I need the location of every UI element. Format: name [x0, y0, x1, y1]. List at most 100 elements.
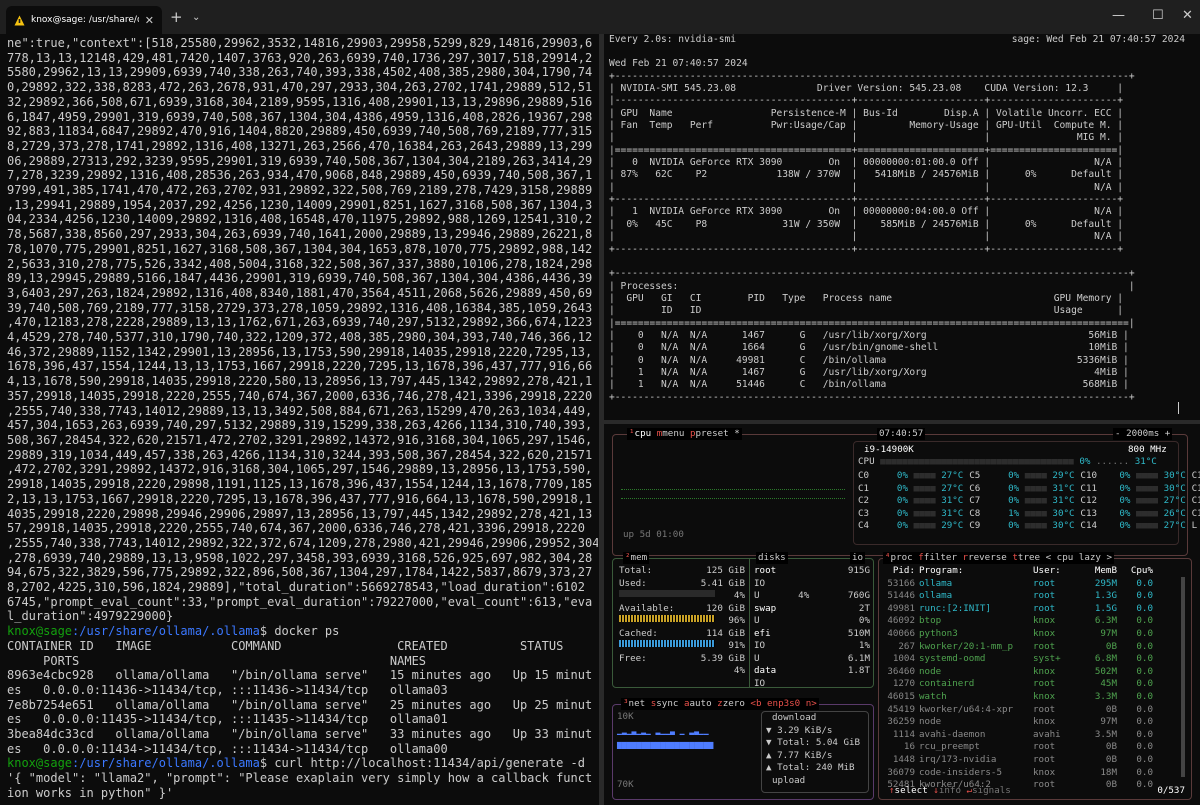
cpu-tab[interactable]: cpu: [635, 428, 652, 439]
proc-row[interactable]: 45419 kworker/u64:4-xpr root 0B 0.0: [881, 704, 1173, 717]
proc-title[interactable]: proc: [891, 552, 913, 563]
core-usage: 0%: [1119, 482, 1131, 494]
left-terminal-pane[interactable]: ne":true,"context":[518,25580,29962,3532…: [0, 34, 598, 805]
preset-tab[interactable]: preset *: [695, 428, 739, 439]
mem-total-label: Total:: [619, 565, 653, 576]
proc-reverse[interactable]: reverse: [968, 552, 1007, 563]
core-label: C3: [858, 507, 870, 519]
proc-row[interactable]: 49981 runc:[2:INIT] root 1.5G 0.0: [881, 603, 1173, 616]
proc-row[interactable]: 40066 python3 knox 97M 0.0: [881, 628, 1173, 641]
proc-cpu: 0.0: [1136, 753, 1153, 765]
proc-row[interactable]: 1270 containerd root 45M 0.0: [881, 678, 1173, 691]
proc-cpu: 0.0: [1136, 766, 1153, 778]
proc-tree[interactable]: tree: [1018, 552, 1040, 563]
proc-row[interactable]: 36259 node knox 97M 0.0: [881, 716, 1173, 729]
refresh-rate[interactable]: - 2000ms +: [1113, 428, 1173, 440]
proc-user: root: [1033, 577, 1056, 589]
nvidia-smi-pane[interactable]: Every 2.0s: nvidia-smi sage: Wed Feb 21 …: [606, 34, 1200, 420]
close-window-button[interactable]: ✕: [1182, 8, 1193, 23]
tab-close-icon[interactable]: ✕: [145, 14, 154, 27]
disk-root-pct: 4%: [798, 590, 810, 601]
proc-pid: 36079: [887, 766, 915, 778]
text-cursor: [1178, 402, 1179, 414]
proc-user: root: [1033, 753, 1056, 765]
proc-mem: 1.5G: [1094, 602, 1117, 614]
proc-row[interactable]: 53166 ollama root 295M 0.0: [881, 578, 1173, 591]
proc-program: python3: [919, 627, 958, 639]
proc-list[interactable]: 53166 ollama root 295M 0.0 51446 ollama root 1.3…: [881, 578, 1173, 792]
core-usage: 0%: [896, 507, 908, 519]
mem-used-pct: 4%: [733, 590, 745, 601]
proc-row[interactable]: 1114 avahi-daemon avahi 3.5M 0.0: [881, 729, 1173, 742]
net-down-rate: 3.29 KiB/s: [777, 724, 833, 736]
proc-pid: 1004: [892, 653, 915, 665]
col-user[interactable]: User:: [1033, 565, 1071, 578]
proc-row[interactable]: 46092 btop knox 6.3M 0.0: [881, 615, 1173, 628]
proc-cpu: 0.0: [1136, 590, 1153, 602]
btop-pane[interactable]: ¹cpu mmenu ppreset * 07:40:57 - 2000ms +…: [606, 424, 1200, 805]
proc-info[interactable]: info: [939, 785, 961, 796]
proc-signals[interactable]: signals: [972, 785, 1011, 796]
proc-select[interactable]: select: [895, 785, 928, 796]
cpu-total-label: CPU: [858, 456, 875, 467]
proc-cpu: 0.0: [1136, 741, 1153, 753]
core-meter: ■■■■: [908, 520, 942, 531]
prompt-path: :/usr/share/ollama/.ollama: [72, 624, 260, 639]
net-interface[interactable]: <b enp3s0 n>: [750, 698, 816, 709]
disks-title: disks: [756, 552, 788, 564]
proc-row[interactable]: 36460 node knox 502M 0.0: [881, 666, 1173, 679]
core-temp: 30°C: [1163, 482, 1186, 494]
core-label: C2: [858, 495, 870, 506]
core-usage: 0%: [896, 470, 908, 481]
proc-pid: 49981: [887, 602, 915, 614]
proc-row[interactable]: 16 rcu_preempt root 0B 0.0: [881, 741, 1173, 754]
core-label: C1: [858, 482, 870, 494]
proc-row[interactable]: 36079 code-insiders-5 knox 18M 0.0: [881, 767, 1173, 780]
tab-dropdown-icon[interactable]: ⌄: [192, 12, 200, 23]
core-meter: ■■■■: [1130, 470, 1164, 481]
core-label: C10: [1080, 470, 1098, 481]
proc-scrollbar[interactable]: [1181, 577, 1185, 777]
cpu-total-row: CPU ■■■■■■■■■■■■■■■■■■■■■■■■■■■■■■■■■■■ …: [858, 456, 1157, 467]
terminal-tab[interactable]: knox@sage: /usr/share/ollama ✕: [6, 6, 162, 34]
net-down-total-label: Total:: [777, 737, 811, 748]
cpu-core-row: C2 0% ■■■■ 31°C C7 0% ■■■■ 31°C C12 0% ■■■■ 2…: [858, 495, 1200, 508]
maximize-button[interactable]: ☐: [1152, 8, 1164, 23]
col-cpu[interactable]: Cpu%: [1117, 565, 1153, 578]
proc-row[interactable]: 1448 irq/173-nvidia root 0B 0.0: [881, 754, 1173, 767]
core-meter: ■■■■: [908, 470, 942, 481]
proc-row[interactable]: 46015 watch knox 3.3M 0.0: [881, 691, 1173, 704]
net-top-scale: 10K: [617, 711, 634, 722]
col-program[interactable]: Program:: [915, 565, 1033, 578]
proc-mem: 0B: [1105, 741, 1117, 753]
prompt-path: :/usr/share/ollama/.ollama: [72, 756, 260, 771]
proc-program: btop: [919, 615, 942, 627]
proc-filter[interactable]: filter: [924, 552, 957, 563]
proc-program: ollama: [919, 590, 953, 602]
col-mem[interactable]: MemB: [1071, 565, 1117, 578]
col-pid[interactable]: Pid:: [881, 565, 915, 578]
core-usage: 0%: [1119, 507, 1131, 519]
docker-header-2: PORTS NAMES: [7, 653, 427, 668]
disk-root-size: 915G: [847, 565, 870, 576]
net-title[interactable]: net: [629, 698, 646, 709]
proc-program: node: [919, 716, 942, 728]
proc-row[interactable]: 267 kworker/20:1-mm_p root 0B 0.0: [881, 641, 1173, 654]
net-sync[interactable]: sync: [656, 698, 678, 709]
menu-tab[interactable]: menu: [662, 428, 684, 439]
cpu-core-row: C1 0% ■■■■ 27°C C6 0% ■■■■ 31°C C11 0% ■■■■ 3…: [858, 483, 1200, 496]
proc-row[interactable]: 1004 systemd-oomd syst+ 6.8M 0.0: [881, 653, 1173, 666]
proc-row[interactable]: 51446 ollama root 1.3G 0.0: [881, 590, 1173, 603]
proc-program: node: [919, 665, 942, 677]
proc-program: ollama: [919, 577, 953, 589]
proc-cpu: 0.0: [1136, 690, 1153, 702]
core-label: C6: [969, 482, 981, 494]
minimize-button[interactable]: —: [1112, 8, 1125, 23]
proc-cpu: 0.0: [1136, 678, 1153, 690]
net-zero[interactable]: zero: [723, 698, 745, 709]
docker-row: es 0.0.0.0:11436->11434/tcp, :::11436->1…: [7, 682, 448, 697]
proc-sort[interactable]: < cpu lazy >: [1046, 552, 1112, 563]
net-auto[interactable]: auto: [689, 698, 711, 709]
new-tab-button[interactable]: +: [170, 8, 183, 26]
prompt-user: knox@sage: [7, 624, 73, 639]
